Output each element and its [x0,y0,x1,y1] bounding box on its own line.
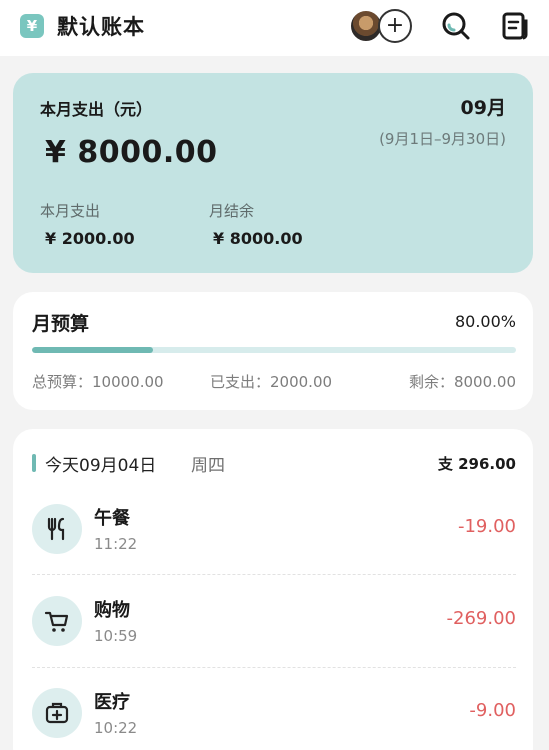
balance-label: 月结余 [209,202,255,220]
transaction-amount: -19.00 [457,516,516,537]
budget-progress-fill [32,347,153,353]
monthly-budget-card[interactable]: 月预算 80.00% 总预算：10000.00 已支出：2000.00 剩余：8… [13,292,533,410]
plus-icon: + [385,13,405,38]
monthly-summary-card[interactable]: 本月支出（元） 09月 (9月1日–9月30日) ¥ 8000.00 本月支出 … [13,73,533,273]
summary-label: 本月支出（元） [40,100,153,119]
monthly-expense-amount: ¥ 8000.00 [45,135,218,170]
expense-label: 本月支出 [40,202,101,220]
transaction-time: 10:22 [94,719,138,737]
logo-glyph: ¥ [26,17,38,35]
budget-remaining: 剩余：8000.00 [408,373,516,391]
budget-spent: 已支出：2000.00 [210,373,333,391]
budget-percent: 80.00% [454,312,516,331]
transaction-time: 10:59 [94,627,138,645]
bill-list-button[interactable] [499,10,531,42]
utensils-icon [32,504,82,554]
budget-title: 月预算 [32,313,90,335]
balance-value: ¥ 8000.00 [213,229,303,248]
divider [32,574,516,575]
transactions-card: 今天09月04日 周四 支 296.00 午餐 11:22 -19.00 购物 … [13,429,533,750]
month-selector[interactable]: 09月 [461,93,506,120]
transaction-amount: -9.00 [469,700,516,721]
day-total: 支 296.00 [437,455,516,473]
day-date: 今天09月04日 [45,456,157,476]
transaction-row[interactable]: 购物 10:59 -269.00 [13,596,533,674]
budget-total: 总预算：10000.00 [32,373,164,391]
add-member-button[interactable]: + [378,9,412,43]
top-bar: ¥ 默认账本 + [0,0,549,56]
transaction-category: 购物 [94,600,130,621]
transaction-category: 医疗 [94,692,130,713]
transaction-row[interactable]: 医疗 10:22 -9.00 [13,688,533,750]
expense-value: ¥ 2000.00 [45,229,135,248]
ledger-title[interactable]: 默认账本 [57,11,145,41]
transaction-category: 午餐 [94,508,130,529]
cart-icon [32,596,82,646]
bill-icon [502,12,528,40]
divider [32,667,516,668]
budget-progress-bar [32,347,516,353]
search-button[interactable] [440,10,472,42]
search-icon [442,12,470,40]
day-weekday: 周四 [191,456,225,476]
transaction-amount: -269.00 [446,608,516,629]
transaction-time: 11:22 [94,535,138,553]
date-range: (9月1日–9月30日) [379,130,506,148]
ledger-logo-icon: ¥ [20,14,44,38]
day-marker [32,454,36,472]
medical-kit-icon [32,688,82,738]
transaction-row[interactable]: 午餐 11:22 -19.00 [13,504,533,582]
